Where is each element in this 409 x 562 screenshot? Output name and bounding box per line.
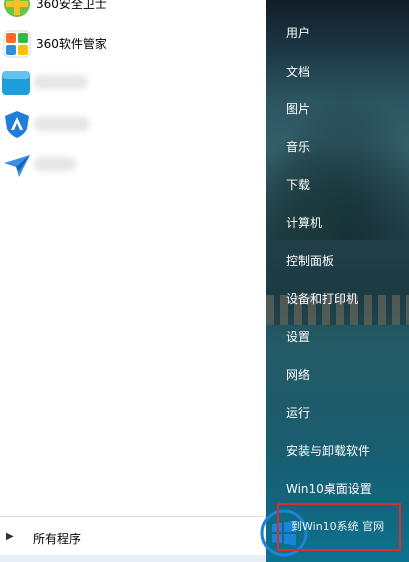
program-list-panel: 360安全卫士 360软件管家 ▶ 所有程序 — [0, 0, 266, 562]
program-item-360-software-manager[interactable]: 360软件管家 — [0, 26, 266, 62]
menu-item-win10-desktop-settings[interactable]: Win10桌面设置 — [286, 480, 372, 497]
program-item-blurred-1[interactable] — [0, 64, 266, 100]
divider — [0, 516, 266, 517]
program-label: 360安全卫士 — [36, 0, 107, 11]
menu-item-computer[interactable]: 计算机 — [286, 214, 322, 231]
chevron-right-icon: ▶ — [6, 531, 14, 542]
menu-item-documents[interactable]: 文档 — [286, 63, 310, 80]
menu-item-downloads[interactable]: 下载 — [286, 176, 310, 193]
program-label: 360软件管家 — [36, 37, 107, 51]
all-programs-button[interactable]: ▶ 所有程序 — [0, 521, 266, 555]
program-item-360-safe[interactable]: 360安全卫士 — [0, 0, 266, 22]
menu-item-devices-printers[interactable]: 设备和打印机 — [286, 290, 358, 307]
program-item-blurred-2[interactable] — [0, 106, 266, 142]
blurred-label — [34, 75, 88, 89]
360-software-manager-icon — [3, 30, 31, 58]
blurred-app-icon — [2, 71, 30, 95]
blurred-label — [34, 157, 76, 171]
blurred-shield-app-icon — [5, 111, 29, 138]
menu-item-run[interactable]: 运行 — [286, 404, 310, 421]
menu-item-settings[interactable]: 设置 — [286, 328, 310, 345]
blurred-bird-app-icon — [4, 155, 30, 177]
all-programs-label: 所有程序 — [33, 532, 82, 546]
menu-item-user[interactable]: 用户 — [286, 24, 310, 41]
menu-item-control-panel[interactable]: 控制面板 — [286, 252, 334, 269]
360-safe-icon — [4, 0, 30, 17]
blurred-label — [34, 117, 90, 131]
menu-item-pictures[interactable]: 图片 — [286, 100, 310, 117]
search-bar-strip — [0, 555, 266, 562]
menu-item-install-uninstall[interactable]: 安装与卸载软件 — [286, 442, 370, 459]
right-menu-panel: 用户 文档 图片 音乐 下载 计算机 控制面板 设备和打印机 设置 网络 运行 … — [266, 0, 409, 562]
watermark-text: 到Win10系统 官网 — [291, 520, 385, 533]
program-item-blurred-3[interactable] — [0, 146, 266, 182]
menu-item-music[interactable]: 音乐 — [286, 138, 310, 155]
menu-item-network[interactable]: 网络 — [286, 366, 310, 383]
